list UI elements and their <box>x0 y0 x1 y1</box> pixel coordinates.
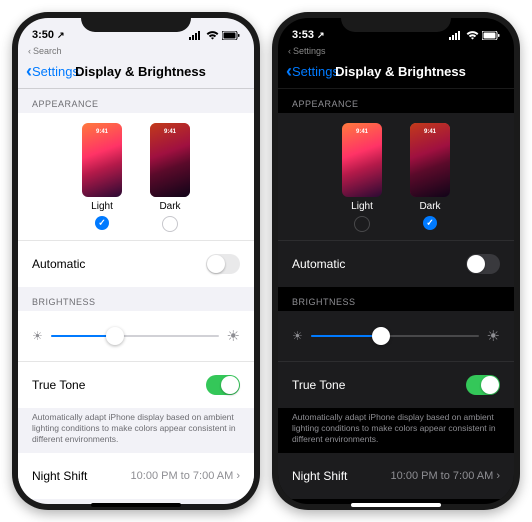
radio-checked-icon <box>95 216 109 230</box>
automatic-label: Automatic <box>292 257 345 271</box>
breadcrumb-label: Settings <box>293 46 326 56</box>
phone-dark: 3:53 ↗ ‹ Settings ‹ Settings Display & B… <box>272 12 520 510</box>
sun-min-icon: ☀︎ <box>32 329 43 343</box>
radio-unchecked-icon <box>354 216 370 232</box>
light-label: Light <box>351 201 373 212</box>
home-indicator[interactable] <box>91 503 181 507</box>
dark-label: Dark <box>419 201 440 212</box>
breadcrumb[interactable]: ‹ Settings <box>278 46 514 58</box>
nightshift-group: Night Shift 10:00 PM to 7:00 AM › <box>18 453 254 499</box>
radio-checked-icon <box>423 216 437 230</box>
nav-bar: ‹ Settings Display & Brightness <box>18 58 254 89</box>
cellular-icon <box>189 31 203 40</box>
brightness-header: BRIGHTNESS <box>18 287 254 311</box>
notch <box>81 12 191 32</box>
appearance-previews: Light Dark <box>278 113 514 240</box>
brightness-group: ☀︎ ☀︎ True Tone <box>278 311 514 408</box>
dark-preview-thumb <box>150 123 190 197</box>
appearance-option-dark[interactable]: Dark <box>410 123 450 232</box>
light-preview-thumb <box>82 123 122 197</box>
battery-icon <box>482 31 500 40</box>
wifi-icon <box>466 31 479 40</box>
screen: 3:50 ↗ ‹ Search ‹ Settings Display & Bri… <box>18 18 254 504</box>
automatic-switch[interactable] <box>206 254 240 274</box>
chevron-right-icon: › <box>236 470 240 482</box>
home-indicator[interactable] <box>351 503 441 507</box>
brightness-group: ☀︎ ☀︎ True Tone <box>18 311 254 408</box>
nav-bar: ‹ Settings Display & Brightness <box>278 58 514 89</box>
nightshift-value: 10:00 PM to 7:00 AM <box>391 470 494 482</box>
appearance-group: Light Dark Automatic <box>18 113 254 287</box>
truetone-footnote: Automatically adapt iPhone display based… <box>278 408 514 453</box>
appearance-previews: Light Dark <box>18 113 254 240</box>
sun-min-icon: ☀︎ <box>292 329 303 343</box>
brightness-slider[interactable]: ☀︎ ☀︎ <box>278 311 514 361</box>
wifi-icon <box>206 31 219 40</box>
breadcrumb-label: Search <box>33 46 62 56</box>
truetone-row: True Tone <box>18 361 254 408</box>
sun-max-icon: ☀︎ <box>227 327 240 345</box>
nightshift-row[interactable]: Night Shift 10:00 PM to 7:00 AM › <box>18 453 254 499</box>
truetone-footnote: Automatically adapt iPhone display based… <box>18 408 254 453</box>
nightshift-value: 10:00 PM to 7:00 AM <box>131 470 234 482</box>
appearance-group: Light Dark Automatic <box>278 113 514 287</box>
location-arrow-icon: ↗ <box>57 30 65 41</box>
dark-label: Dark <box>159 201 180 212</box>
location-arrow-icon: ↗ <box>317 30 325 41</box>
slider-track <box>51 335 219 337</box>
appearance-option-light[interactable]: Light <box>342 123 382 232</box>
notch <box>341 12 451 32</box>
nightshift-group: Night Shift 10:00 PM to 7:00 AM › <box>278 453 514 499</box>
truetone-switch[interactable] <box>466 375 500 395</box>
nightshift-label: Night Shift <box>32 469 87 483</box>
automatic-switch[interactable] <box>466 254 500 274</box>
cellular-icon <box>449 31 463 40</box>
truetone-row: True Tone <box>278 361 514 408</box>
sun-max-icon: ☀︎ <box>487 327 500 345</box>
appearance-header: APPEARANCE <box>18 89 254 113</box>
nightshift-label: Night Shift <box>292 469 347 483</box>
battery-icon <box>222 31 240 40</box>
radio-unchecked-icon <box>162 216 178 232</box>
nightshift-row[interactable]: Night Shift 10:00 PM to 7:00 AM › <box>278 453 514 499</box>
truetone-label: True Tone <box>32 378 85 392</box>
appearance-option-dark[interactable]: Dark <box>150 123 190 232</box>
chevron-left-icon: ‹ <box>28 46 31 56</box>
appearance-header: APPEARANCE <box>278 89 514 113</box>
dark-preview-thumb <box>410 123 450 197</box>
automatic-row: Automatic <box>18 240 254 287</box>
page-title: Display & Brightness <box>295 64 506 79</box>
page-title: Display & Brightness <box>35 64 246 79</box>
brightness-slider[interactable]: ☀︎ ☀︎ <box>18 311 254 361</box>
chevron-left-icon: ‹ <box>288 46 291 56</box>
truetone-label: True Tone <box>292 378 345 392</box>
automatic-row: Automatic <box>278 240 514 287</box>
truetone-switch[interactable] <box>206 375 240 395</box>
status-time: 3:53 <box>292 29 314 41</box>
phone-light: 3:50 ↗ ‹ Search ‹ Settings Display & Bri… <box>12 12 260 510</box>
status-time: 3:50 <box>32 29 54 41</box>
light-preview-thumb <box>342 123 382 197</box>
breadcrumb[interactable]: ‹ Search <box>18 46 254 58</box>
appearance-option-light[interactable]: Light <box>82 123 122 232</box>
chevron-right-icon: › <box>496 470 500 482</box>
light-label: Light <box>91 201 113 212</box>
slider-track <box>311 335 479 337</box>
screen: 3:53 ↗ ‹ Settings ‹ Settings Display & B… <box>278 18 514 504</box>
automatic-label: Automatic <box>32 257 85 271</box>
brightness-header: BRIGHTNESS <box>278 287 514 311</box>
